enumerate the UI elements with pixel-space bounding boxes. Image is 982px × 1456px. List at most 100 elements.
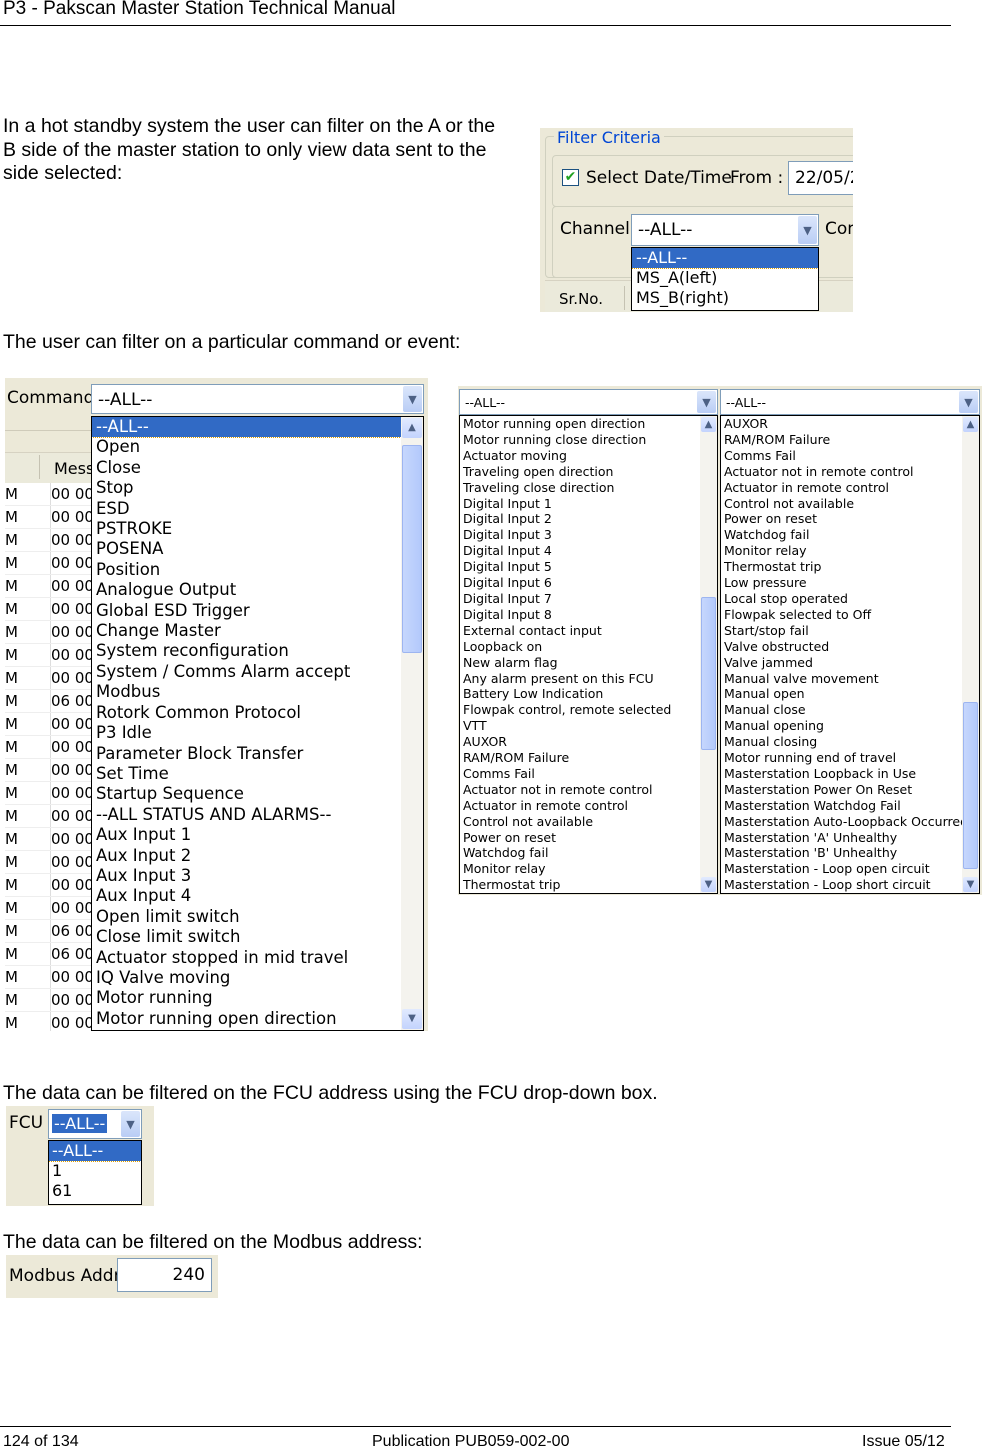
list-option[interactable]: Masterstation - Loop short circuit: [721, 877, 962, 893]
table-row[interactable]: M 00 00: [5, 1012, 95, 1031]
list-option[interactable]: ESD: [92, 499, 401, 519]
list-option[interactable]: Manual open: [721, 686, 962, 702]
list-option[interactable]: Motor running: [92, 988, 401, 1008]
list-option[interactable]: Stop: [92, 478, 401, 498]
list-option[interactable]: Close: [92, 458, 401, 478]
list-option[interactable]: Digital Input 2: [460, 511, 700, 527]
list-option[interactable]: --ALL--: [49, 1141, 141, 1162]
list-option[interactable]: POSENA: [92, 539, 401, 559]
table-row[interactable]: M 00 00: [5, 897, 95, 920]
list-option[interactable]: AUXOR: [460, 734, 700, 750]
table-row[interactable]: M 00 00: [5, 621, 95, 644]
list-option[interactable]: System reconfiguration: [92, 641, 401, 661]
list-option[interactable]: Parameter Block Transfer: [92, 744, 401, 764]
list-option[interactable]: RAM/ROM Failure: [721, 432, 962, 448]
scrollbar[interactable]: ▲ ▼: [401, 417, 423, 1030]
list-option[interactable]: Flowpak selected to Off: [721, 607, 962, 623]
list-option[interactable]: Digital Input 4: [460, 543, 700, 559]
list-option[interactable]: Masterstation Loopback in Use: [721, 766, 962, 782]
list-option[interactable]: --ALL STATUS AND ALARMS--: [92, 805, 401, 825]
scroll-up-icon[interactable]: ▲: [963, 417, 978, 432]
table-row[interactable]: M 00 00: [5, 506, 95, 529]
list-option[interactable]: Masterstation - Loop open circuit: [721, 861, 962, 877]
list-option[interactable]: Open limit switch: [92, 907, 401, 927]
list-option[interactable]: Masterstation Power On Reset: [721, 782, 962, 798]
scroll-thumb[interactable]: [402, 444, 422, 653]
list-option[interactable]: Thermostat trip: [721, 559, 962, 575]
fcu-select[interactable]: --ALL-- ▼: [48, 1109, 142, 1139]
list-option[interactable]: Actuator not in remote control: [721, 464, 962, 480]
list-option[interactable]: PSTROKE: [92, 519, 401, 539]
list-option[interactable]: Watchdog fail: [721, 527, 962, 543]
list-option[interactable]: Manual valve movement: [721, 671, 962, 687]
table-row[interactable]: M 00 00: [5, 989, 95, 1012]
list-option[interactable]: Valve obstructed: [721, 639, 962, 655]
list-option[interactable]: Control not available: [460, 814, 700, 830]
list-option[interactable]: Digital Input 1: [460, 496, 700, 512]
list-option[interactable]: RAM/ROM Failure: [460, 750, 700, 766]
scroll-down-icon[interactable]: ▼: [402, 1009, 422, 1029]
list-option[interactable]: Traveling open direction: [460, 464, 700, 480]
chevron-down-icon[interactable]: ▼: [403, 386, 422, 412]
list-option[interactable]: Low pressure: [721, 575, 962, 591]
list-option[interactable]: VTT: [460, 718, 700, 734]
list-option[interactable]: 1: [49, 1161, 141, 1181]
scroll-down-icon[interactable]: ▼: [963, 877, 978, 892]
modbus-addr-input[interactable]: 240: [117, 1258, 212, 1292]
list-option[interactable]: Power on reset: [460, 830, 700, 846]
chevron-down-icon[interactable]: ▼: [121, 1111, 140, 1137]
list-option[interactable]: Masterstation Watchdog Fail: [721, 798, 962, 814]
list-option[interactable]: Thermostat trip: [460, 877, 700, 893]
list-option[interactable]: Valve jammed: [721, 655, 962, 671]
list-option[interactable]: Digital Input 5: [460, 559, 700, 575]
list-option[interactable]: Flowpak control, remote selected: [460, 702, 700, 718]
list-option[interactable]: Actuator in remote control: [721, 480, 962, 496]
list-option[interactable]: Motor running close direction: [460, 432, 700, 448]
list-option[interactable]: Traveling close direction: [460, 480, 700, 496]
list-option[interactable]: Open: [92, 437, 401, 457]
scrollbar[interactable]: ▲ ▼: [700, 416, 717, 893]
list-option[interactable]: Set Time: [92, 764, 401, 784]
list-option[interactable]: Rotork Common Protocol: [92, 703, 401, 723]
table-row[interactable]: M 00 00: [5, 575, 95, 598]
list-option[interactable]: Monitor relay: [721, 543, 962, 559]
list-option[interactable]: Close limit switch: [92, 927, 401, 947]
list-option[interactable]: Digital Input 6: [460, 575, 700, 591]
list-option[interactable]: Aux Input 3: [92, 866, 401, 886]
list-option[interactable]: 61: [49, 1181, 141, 1201]
list-option[interactable]: Power on reset: [721, 511, 962, 527]
table-row[interactable]: M 00 00: [5, 529, 95, 552]
table-row[interactable]: M 00 00: [5, 874, 95, 897]
list-b-select[interactable]: --ALL-- ▼: [720, 389, 980, 415]
list-option[interactable]: System / Comms Alarm accept: [92, 662, 401, 682]
list-option[interactable]: Masterstation Auto-Loopback Occurred: [721, 814, 962, 830]
list-option[interactable]: Actuator in remote control: [460, 798, 700, 814]
table-row[interactable]: M 00 00: [5, 736, 95, 759]
list-option[interactable]: Comms Fail: [460, 766, 700, 782]
list-option[interactable]: Masterstation 'B' Unhealthy: [721, 845, 962, 861]
table-row[interactable]: M 00 00: [5, 483, 95, 506]
list-option[interactable]: Digital Input 3: [460, 527, 700, 543]
table-row[interactable]: M 00 00: [5, 782, 95, 805]
list-option[interactable]: Manual closing: [721, 734, 962, 750]
list-option[interactable]: Actuator moving: [460, 448, 700, 464]
from-date-input[interactable]: 22/05/2: [788, 161, 853, 195]
list-option[interactable]: New alarm flag: [460, 655, 700, 671]
list-option[interactable]: Aux Input 2: [92, 846, 401, 866]
list-option[interactable]: Battery Low Indication: [460, 686, 700, 702]
list-option[interactable]: --ALL--: [632, 248, 818, 269]
list-option[interactable]: Comms Fail: [721, 448, 962, 464]
table-row[interactable]: M 00 00: [5, 598, 95, 621]
list-option[interactable]: Masterstation 'A' Unhealthy: [721, 830, 962, 846]
list-option[interactable]: IQ Valve moving: [92, 968, 401, 988]
list-option[interactable]: Analogue Output: [92, 580, 401, 600]
table-row[interactable]: M 00 00: [5, 667, 95, 690]
table-row[interactable]: M 00 00: [5, 759, 95, 782]
list-option[interactable]: Watchdog fail: [460, 845, 700, 861]
list-option[interactable]: Digital Input 7: [460, 591, 700, 607]
list-option[interactable]: Control not available: [721, 496, 962, 512]
list-option[interactable]: Modbus: [92, 682, 401, 702]
list-option[interactable]: Actuator not in remote control: [460, 782, 700, 798]
list-option[interactable]: Motor running end of travel: [721, 750, 962, 766]
list-a-select[interactable]: --ALL-- ▼: [459, 389, 718, 415]
